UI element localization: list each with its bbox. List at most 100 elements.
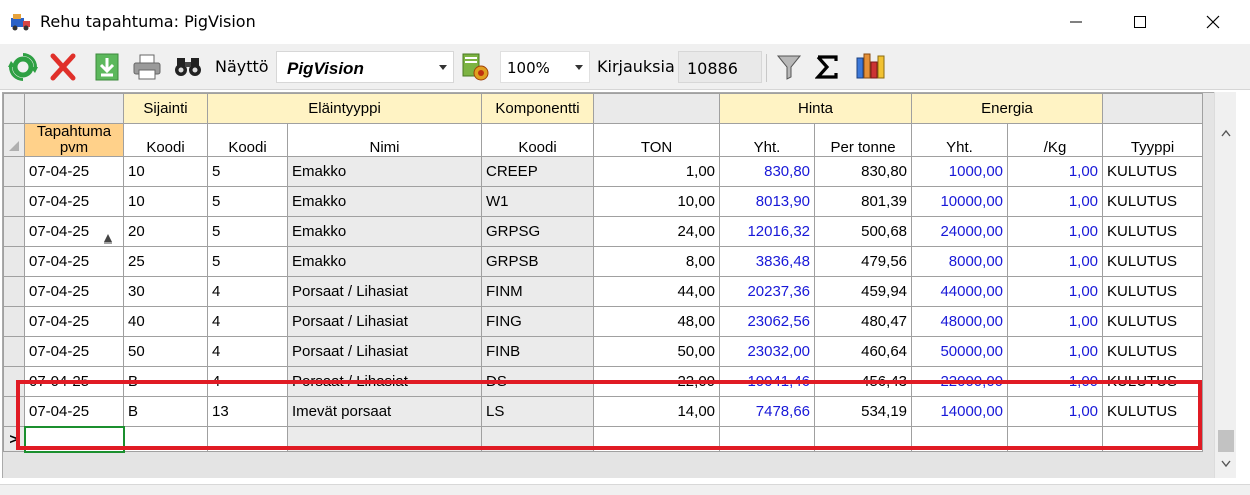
cell-elain-koodi[interactable]: 4	[207, 306, 288, 337]
scroll-down-button[interactable]	[1215, 452, 1237, 474]
cell-sijainti[interactable]: 20	[123, 216, 208, 247]
col-header-energia-yht[interactable]: Yht.	[911, 123, 1009, 157]
cell-sijainti[interactable]: B	[123, 396, 208, 427]
cell-ton[interactable]: 14,00	[593, 396, 721, 427]
cell-per-kg[interactable]: 1,00	[1007, 216, 1104, 247]
cell-komponentti[interactable]: GRPSG	[481, 216, 595, 247]
new-cell-elain-nimi[interactable]	[286, 426, 483, 452]
cell-hinta-yht[interactable]: 23062,56	[719, 306, 816, 337]
cell-tyyppi[interactable]: KULUTUS	[1102, 276, 1204, 307]
cell-sijainti[interactable]: 30	[123, 276, 208, 307]
new-cell-elain-koodi[interactable]	[207, 426, 288, 452]
cell-ton[interactable]: 10,00	[593, 186, 721, 217]
cell-elain-nimi[interactable]: Emakko	[286, 246, 483, 277]
refresh-button[interactable]	[6, 50, 40, 84]
cell-per-tonne[interactable]: 479,56	[814, 246, 913, 277]
row-header[interactable]	[3, 306, 25, 337]
cell-komponentti[interactable]: DS	[481, 366, 595, 397]
table-row[interactable]: 07-04-25 30 4 Porsaat / Lihasiat FINM 44,00 20…	[3, 276, 1204, 307]
cell-energia-yht[interactable]: 22000,00	[911, 366, 1009, 397]
cell-komponentti[interactable]: FINM	[481, 276, 595, 307]
row-header[interactable]	[3, 276, 25, 307]
col-header-tapahtuma-pvm[interactable]: Tapahtuma pvm	[24, 123, 124, 157]
table-row[interactable]: 07-04-25 10 5 Emakko W1 10,00 8013,90 801,39 100…	[3, 186, 1204, 217]
cell-hinta-yht[interactable]: 12016,32	[719, 216, 816, 247]
cell-ton[interactable]: 50,00	[593, 336, 721, 367]
cell-pvm[interactable]: 07-04-25	[24, 246, 124, 277]
cell-per-kg[interactable]: 1,00	[1007, 186, 1104, 217]
cell-hinta-yht[interactable]: 23032,00	[719, 336, 816, 367]
table-row[interactable]: 07-04-25 10 5 Emakko CREEP 1,00 830,80 830,80 10…	[3, 156, 1204, 187]
table-row[interactable]: 07-04-25 20 5 Emakko GRPSG 24,00 12016,32 500,6…	[3, 216, 1204, 247]
cell-per-tonne[interactable]: 801,39	[814, 186, 913, 217]
row-header[interactable]	[3, 246, 25, 277]
cell-energia-yht[interactable]: 48000,00	[911, 306, 1009, 337]
col-header-elain-nimi[interactable]: Nimi	[286, 123, 483, 157]
cell-pvm[interactable]: 07-04-25	[24, 156, 124, 187]
cell-sijainti[interactable]: 25	[123, 246, 208, 277]
cell-pvm[interactable]: 07-04-25	[24, 396, 124, 427]
col-header-komp-koodi[interactable]: Koodi	[481, 123, 595, 157]
cell-per-kg[interactable]: 1,00	[1007, 246, 1104, 277]
cell-ton[interactable]: 22,00	[593, 366, 721, 397]
cell-tyyppi[interactable]: KULUTUS	[1102, 156, 1204, 187]
cell-per-kg[interactable]: 1,00	[1007, 306, 1104, 337]
cell-per-tonne[interactable]: 460,64	[814, 336, 913, 367]
cell-elain-nimi[interactable]: Emakko	[286, 156, 483, 187]
new-cell-per-kg[interactable]	[1007, 426, 1104, 452]
table-row[interactable]: 07-04-25 B 13 Imevät porsaat LS 14,00 7478,66 5…	[3, 396, 1204, 427]
cell-energia-yht[interactable]: 10000,00	[911, 186, 1009, 217]
cell-hinta-yht[interactable]: 8013,90	[719, 186, 816, 217]
new-cell-pvm[interactable]	[23, 425, 125, 453]
sum-button[interactable]	[812, 50, 842, 84]
chart-button[interactable]	[852, 50, 888, 84]
cell-elain-nimi[interactable]: Porsaat / Lihasiat	[286, 276, 483, 307]
cell-ton[interactable]: 48,00	[593, 306, 721, 337]
cell-energia-yht[interactable]: 44000,00	[911, 276, 1009, 307]
close-button[interactable]	[1184, 0, 1242, 44]
cell-pvm[interactable]: 07-04-25	[24, 186, 124, 217]
cell-elain-koodi[interactable]: 5	[207, 156, 288, 187]
row-header[interactable]	[3, 186, 25, 217]
cell-elain-koodi[interactable]: 5	[207, 246, 288, 277]
select-all-cell[interactable]	[3, 123, 25, 157]
download-button[interactable]	[90, 50, 124, 84]
cell-tyyppi[interactable]: KULUTUS	[1102, 336, 1204, 367]
print-button[interactable]	[130, 50, 164, 84]
cell-sijainti[interactable]: B	[123, 366, 208, 397]
cell-tyyppi[interactable]: KULUTUS	[1102, 306, 1204, 337]
cell-ton[interactable]: 44,00	[593, 276, 721, 307]
new-cell-hinta-yht[interactable]	[719, 426, 816, 452]
cell-ton[interactable]: 24,00	[593, 216, 721, 247]
row-header[interactable]	[3, 156, 25, 187]
col-header-per-tonne[interactable]: Per tonne	[814, 123, 913, 157]
cell-sijainti[interactable]: 10	[123, 156, 208, 187]
cell-elain-nimi[interactable]: Porsaat / Lihasiat	[286, 306, 483, 337]
cell-per-tonne[interactable]: 456,43	[814, 366, 913, 397]
cell-ton[interactable]: 8,00	[593, 246, 721, 277]
vertical-scrollbar[interactable]	[1214, 92, 1236, 478]
cell-komponentti[interactable]: LS	[481, 396, 595, 427]
cell-pvm[interactable]: 07-04-25	[24, 306, 124, 337]
cell-elain-koodi[interactable]: 4	[207, 366, 288, 397]
cell-pvm[interactable]: 07-04-25	[24, 336, 124, 367]
naytto-dropdown[interactable]: PigVision	[276, 51, 454, 83]
cell-hinta-yht[interactable]: 10041,46	[719, 366, 816, 397]
cell-per-kg[interactable]: 1,00	[1007, 366, 1104, 397]
new-cell-sijainti[interactable]	[123, 426, 208, 452]
cell-ton[interactable]: 1,00	[593, 156, 721, 187]
delete-button[interactable]	[46, 50, 80, 84]
scroll-thumb[interactable]	[1218, 430, 1234, 452]
row-header[interactable]	[3, 216, 25, 247]
table-row[interactable]: 07-04-25 40 4 Porsaat / Lihasiat FING 48,00 23…	[3, 306, 1204, 337]
cell-per-tonne[interactable]: 534,19	[814, 396, 913, 427]
new-cell-energia-yht[interactable]	[911, 426, 1009, 452]
cell-komponentti[interactable]: CREEP	[481, 156, 595, 187]
cell-per-kg[interactable]: 1,00	[1007, 156, 1104, 187]
cell-sijainti[interactable]: 10	[123, 186, 208, 217]
cell-tyyppi[interactable]: KULUTUS	[1102, 396, 1204, 427]
cell-sijainti[interactable]: 50	[123, 336, 208, 367]
new-cell-komponentti[interactable]	[481, 426, 595, 452]
filter-button[interactable]	[772, 50, 806, 84]
col-header-hinta-yht[interactable]: Yht.	[719, 123, 816, 157]
